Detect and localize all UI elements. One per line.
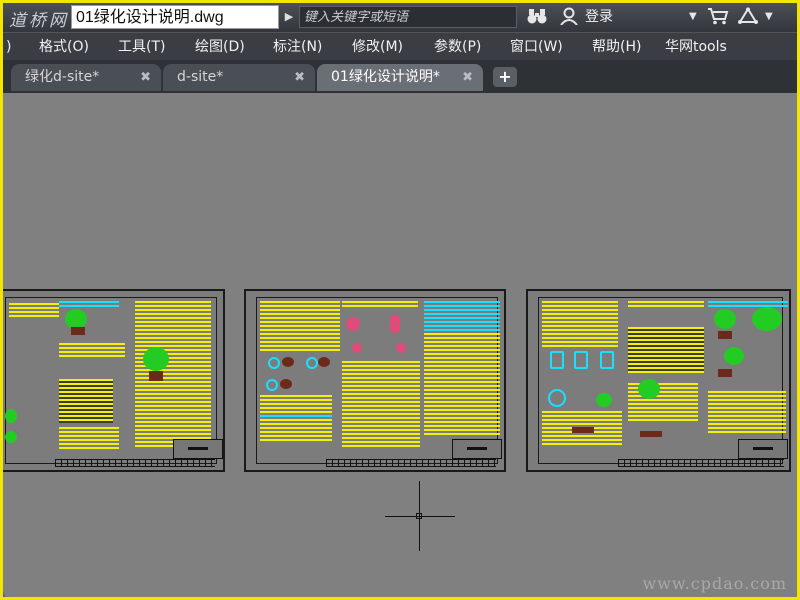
network-icon[interactable] [737,7,759,30]
menu-item-draw[interactable]: 绘图(D) [195,37,245,57]
drawing-sheet-3[interactable] [526,289,791,472]
plant-symbol [550,351,564,369]
tree-symbol [5,431,17,443]
plant-symbol [282,357,294,367]
tree-pot [718,369,732,377]
close-icon[interactable]: ✖ [140,64,151,91]
notes-text-block [342,361,420,449]
menu-item-help[interactable]: 帮助(H) [592,37,641,57]
expand-arrow-icon[interactable]: ▶ [281,7,297,27]
shrub-symbol [352,343,362,353]
text-block [59,427,119,451]
shrub-symbol [346,317,360,331]
text-block [424,301,500,331]
title-block [452,439,502,459]
new-tab-button[interactable]: + [493,67,517,87]
ucs-icon [3,579,15,597]
tab-greening-dsite[interactable]: 绿化d-site* ✖ [11,64,161,91]
text-block [542,301,618,347]
user-icon[interactable] [559,7,579,30]
tab-dsite[interactable]: d-site* ✖ [163,64,315,91]
menu-bar: ) 格式(O) 工具(T) 绘图(D) 标注(N) 修改(M) 参数(P) 窗口… [3,32,797,61]
menu-item-partial[interactable]: ) [6,37,11,57]
plant-table [628,327,704,373]
text-block [342,301,418,309]
notes-text-block [708,391,786,435]
text-block [260,395,332,443]
tree-pot [572,427,594,433]
menu-item-window[interactable]: 窗口(W) [510,37,563,57]
text-block [260,415,332,419]
plant-symbol [268,357,280,369]
login-link[interactable]: 登录 [585,7,613,27]
text-block [628,301,704,309]
pickbox [416,513,422,519]
plant-symbol [574,351,588,369]
tree-symbol [724,347,744,365]
tree-pot [718,331,732,339]
plant-symbol [280,379,292,389]
title-block [173,439,223,459]
tree-symbol [596,393,612,407]
watermark: www.cpdao.com [642,574,787,593]
site-logo: 道桥网 [9,11,69,31]
menu-item-tools[interactable]: 工具(T) [118,37,165,57]
plant-symbol [318,357,330,367]
title-strip [326,459,496,467]
plant-symbol [266,379,278,391]
tab-label: 绿化d-site* [25,69,100,85]
plant-table [59,379,113,423]
drawing-sheet-1[interactable] [3,289,225,472]
tab-label: 01绿化设计说明* [331,69,440,85]
tree-pot [71,327,85,335]
document-tab-bar: 绿化d-site* ✖ d-site* ✖ 01绿化设计说明* ✖ + [3,60,797,93]
title-block [738,439,788,459]
tree-symbol [5,409,17,423]
title-bar: 道桥网 01绿化设计说明.dwg ▶ 登录 ▼ [3,3,797,32]
text-block [260,301,340,353]
dropdown-icon-2[interactable]: ▼ [765,7,773,27]
menu-item-huawang-tools[interactable]: 华网tools [665,37,727,57]
title-strip [55,459,215,467]
tree-symbol [752,307,782,331]
cart-icon[interactable] [707,7,729,30]
tree-pot [640,431,662,437]
close-icon[interactable]: ✖ [294,64,305,91]
tree-symbol [65,309,87,329]
drawing-canvas[interactable]: www.cpdao.com [3,93,797,597]
plant-symbol [306,357,318,369]
search-input[interactable] [299,6,517,28]
tab-label: d-site* [177,69,224,85]
dropdown-icon[interactable]: ▼ [689,7,697,27]
tree-symbol [714,309,736,329]
tab-greening-design-notes[interactable]: 01绿化设计说明* ✖ [317,64,483,91]
text-block [9,303,59,319]
text-block [708,301,788,309]
binoculars-icon[interactable] [527,7,547,30]
plant-symbol [548,389,566,407]
plant-symbol [600,351,614,369]
drawing-sheet-2[interactable] [244,289,506,472]
tree-symbol [638,379,660,399]
app-window: 道桥网 01绿化设计说明.dwg ▶ 登录 ▼ [0,0,800,600]
menu-item-dimension[interactable]: 标注(N) [273,37,322,57]
menu-item-format[interactable]: 格式(O) [39,37,89,57]
notes-text-block [135,301,211,447]
text-block [59,301,119,309]
tree-pot [149,371,163,381]
tree-symbol [143,347,169,371]
menu-item-modify[interactable]: 修改(M) [352,37,403,57]
notes-text-block [424,333,500,437]
text-block [59,343,125,357]
shrub-symbol [396,343,406,353]
close-icon[interactable]: ✖ [462,64,473,91]
menu-item-parameter[interactable]: 参数(P) [434,37,481,57]
title-strip [618,459,784,467]
shrub-symbol [390,315,400,333]
document-title: 01绿化设计说明.dwg [71,5,279,29]
